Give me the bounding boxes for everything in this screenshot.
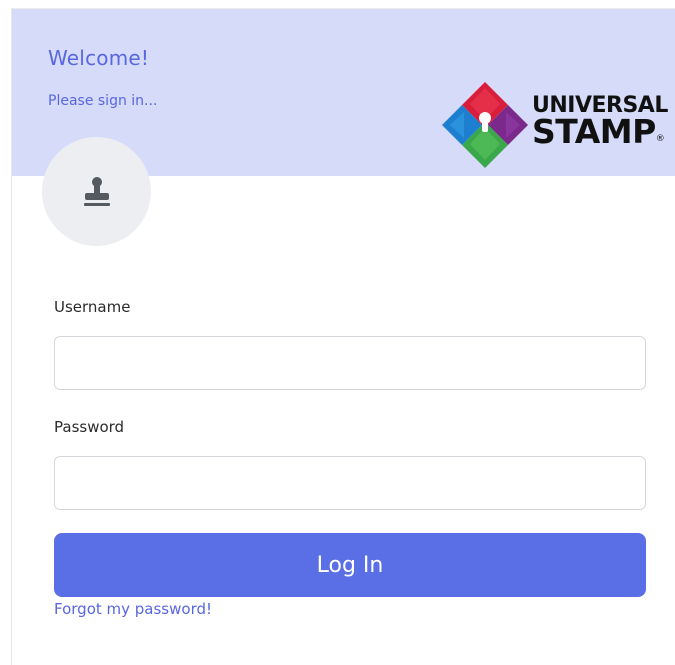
- username-input[interactable]: [54, 336, 646, 390]
- logo-diamond-icon: [442, 82, 528, 168]
- registered-mark: ®: [655, 134, 665, 144]
- login-page: Welcome! Please sign in... UNIVERSAL STA…: [0, 0, 675, 665]
- password-input[interactable]: [54, 456, 646, 510]
- universal-stamp-logo: UNIVERSAL STAMP®: [440, 80, 675, 170]
- sign-in-subtitle: Please sign in...: [48, 93, 158, 109]
- password-label: Password: [54, 418, 125, 436]
- login-card: Welcome! Please sign in... UNIVERSAL STA…: [11, 8, 675, 665]
- logo-text-stamp: STAMP®: [532, 112, 665, 151]
- welcome-title: Welcome!: [48, 46, 150, 70]
- login-button[interactable]: Log In: [54, 533, 646, 597]
- username-label: Username: [54, 298, 131, 316]
- stamp-icon: [83, 176, 110, 206]
- avatar: [42, 137, 151, 246]
- forgot-password-link[interactable]: Forgot my password!: [54, 600, 212, 618]
- logo-text-stamp-word: STAMP: [532, 112, 656, 151]
